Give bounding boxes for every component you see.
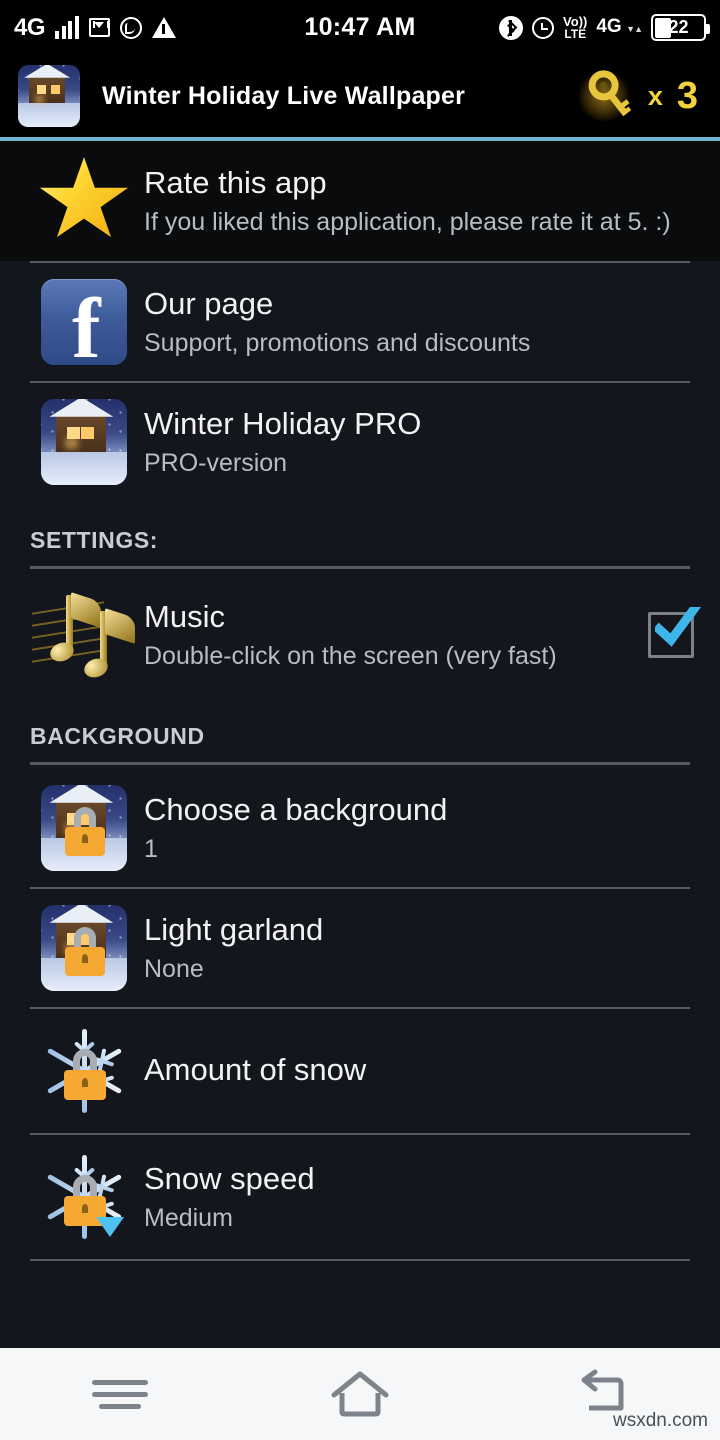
bluetooth-icon: [499, 15, 524, 40]
list-item-title: Amount of snow: [144, 1052, 367, 1087]
list-item-title: Snow speed: [144, 1161, 315, 1196]
volte-icon: Vo)) LTE: [563, 15, 587, 41]
phone-screen: 4G 10:47 AM Vo)) LTE 4G ▼▲ 22 Winter Hol…: [0, 0, 720, 1440]
list-item-subtitle: Double-click on the screen (very fast): [144, 642, 557, 670]
dropdown-caret-icon[interactable]: [96, 1217, 124, 1237]
system-navigation-bar: wsxdn.com: [0, 1348, 720, 1440]
section-rule: [30, 566, 690, 569]
section-header-settings: SETTINGS:: [30, 527, 159, 553]
list-item-amount-of-snow[interactable]: Amount of snow: [0, 1009, 720, 1133]
list-item-our-page[interactable]: f Our page Support, promotions and disco…: [0, 263, 720, 381]
list-item-snow-speed[interactable]: Snow speed Medium: [0, 1135, 720, 1259]
home-icon: [331, 1371, 389, 1417]
status-bar-right: Vo)) LTE 4G ▼▲ 22: [499, 14, 710, 41]
menu-button[interactable]: [60, 1348, 180, 1440]
alarm-icon: [532, 16, 555, 39]
locked-snowflake-icon: [30, 1025, 138, 1117]
list-item-subtitle: 1: [144, 835, 158, 863]
list-item-title: Winter Holiday PRO: [144, 406, 422, 441]
menu-icon: [92, 1373, 148, 1416]
section-rule: [30, 762, 690, 765]
settings-list: Rate this app If you liked this applicat…: [0, 141, 720, 1261]
list-item-title: Music: [144, 599, 225, 634]
divider: [30, 1259, 690, 1261]
facebook-icon: f: [30, 279, 138, 365]
list-item-title: Choose a background: [144, 792, 448, 827]
battery-icon: 22: [651, 14, 710, 41]
list-item-title: Rate this app: [144, 165, 327, 200]
key-icon[interactable]: [572, 68, 634, 124]
lock-icon: [65, 927, 105, 976]
watermark: wsxdn.com: [612, 1410, 708, 1431]
battery-level-label: 22: [668, 17, 689, 37]
key-multiplier-label: x: [647, 80, 663, 111]
home-button[interactable]: [300, 1348, 420, 1440]
key-count-label: 3: [676, 74, 698, 117]
app-title: Winter Holiday Live Wallpaper: [102, 81, 466, 110]
status-bar: 4G 10:47 AM Vo)) LTE 4G ▼▲ 22: [0, 0, 720, 55]
lock-icon: [63, 1048, 107, 1101]
key-counter[interactable]: x 3: [572, 68, 698, 124]
list-item-subtitle: None: [144, 955, 204, 983]
list-item-subtitle: PRO-version: [144, 449, 288, 477]
app-bar: Winter Holiday Live Wallpaper x 3: [0, 55, 720, 137]
locked-cabin-garland-thumbnail: [30, 905, 138, 991]
lock-icon: [65, 807, 105, 856]
winter-cabin-pro-thumbnail: [30, 399, 138, 485]
app-icon: [18, 65, 80, 127]
list-item-music[interactable]: Music Double-click on the screen (very f…: [0, 573, 720, 697]
list-item-title: Light garland: [144, 912, 324, 947]
star-icon: [30, 157, 138, 245]
list-item-title: Our page: [144, 286, 274, 321]
list-item-winter-holiday-pro[interactable]: Winter Holiday PRO PRO-version: [0, 383, 720, 501]
list-item-subtitle: Support, promotions and discounts: [144, 329, 531, 357]
list-item-subtitle: Medium: [144, 1204, 233, 1232]
list-item-light-garland[interactable]: Light garland None: [0, 889, 720, 1007]
music-checkbox[interactable]: [648, 607, 701, 658]
list-item-rate-this-app[interactable]: Rate this app If you liked this applicat…: [0, 141, 720, 261]
list-item-subtitle: If you liked this application, please ra…: [144, 208, 671, 236]
section-header-background: BACKGROUND: [30, 723, 205, 749]
data-arrows-icon: ▼▲: [626, 24, 643, 34]
checkmark-icon: [655, 607, 701, 647]
list-item-choose-a-background[interactable]: Choose a background 1: [0, 769, 720, 887]
music-notes-icon: [30, 589, 138, 681]
locked-cabin-thumbnail: [30, 785, 138, 871]
network-type-right: 4G ▼▲: [596, 16, 643, 37]
volte-bottom-label: LTE: [564, 26, 587, 41]
